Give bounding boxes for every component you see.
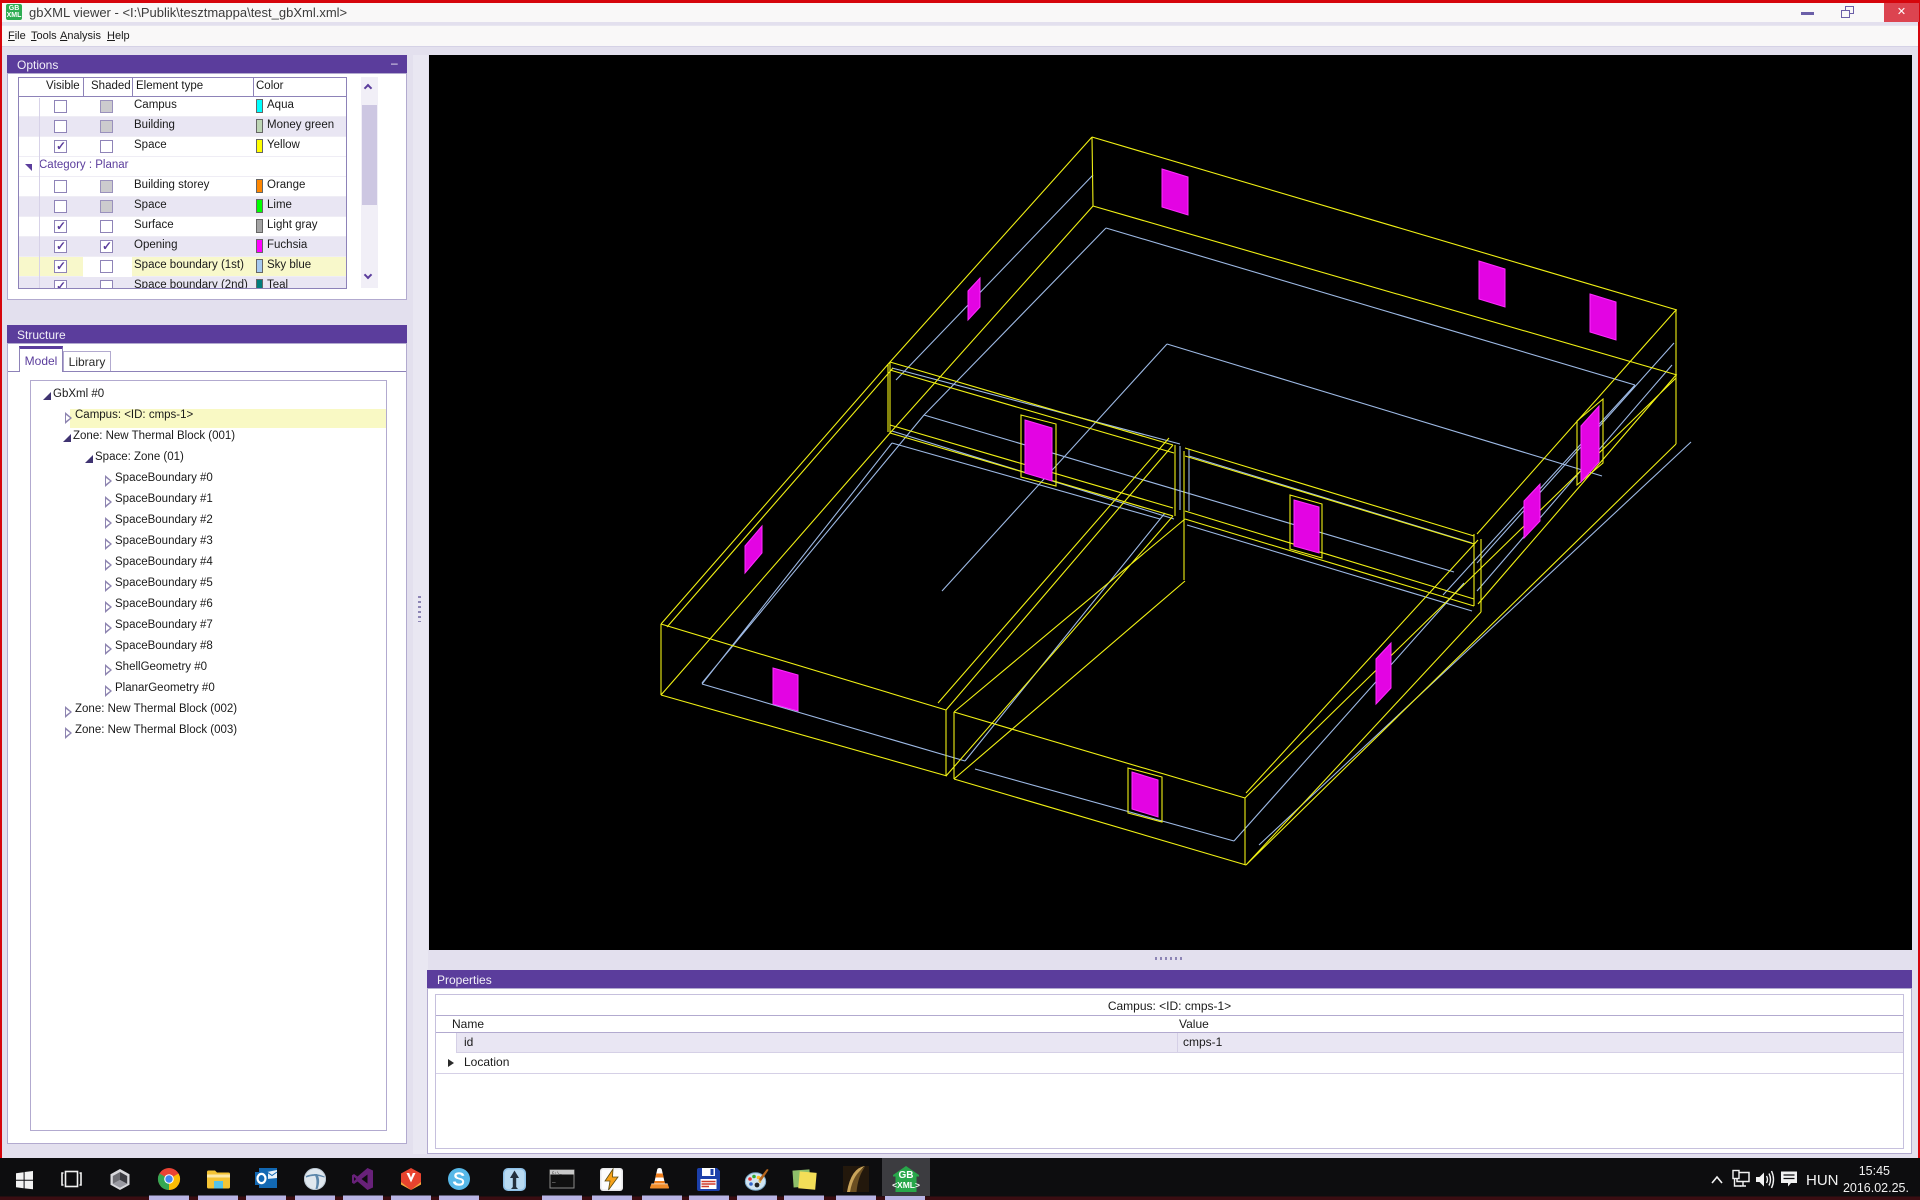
svg-text:<XML>: <XML>	[892, 1180, 920, 1190]
svg-text:2016.02.25.: 2016.02.25.	[1843, 1181, 1909, 1195]
svg-text:_: _	[551, 1177, 556, 1184]
svg-text:HUN: HUN	[1806, 1172, 1839, 1189]
svg-text:C:\_: C:\_	[552, 1171, 562, 1176]
svg-text:15:45: 15:45	[1859, 1164, 1890, 1178]
